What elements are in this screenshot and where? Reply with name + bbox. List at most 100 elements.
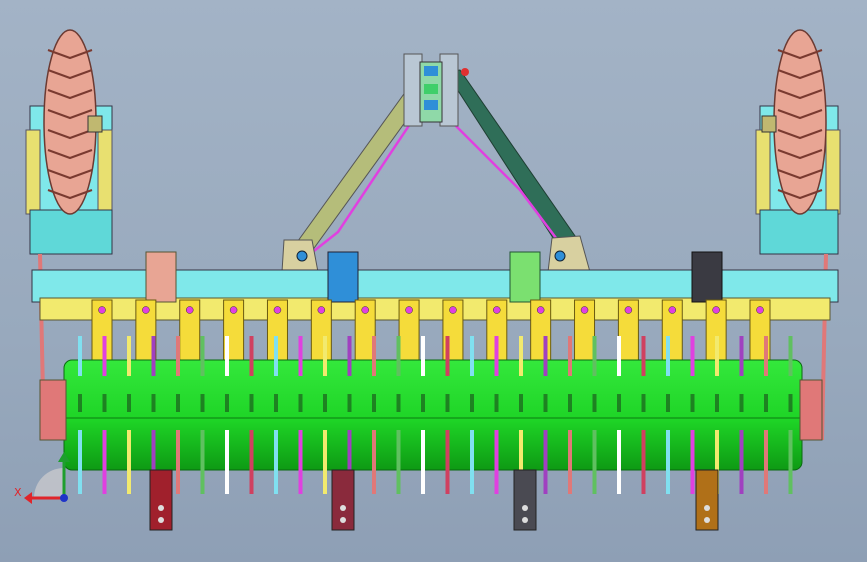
tine-bolt-13 xyxy=(624,306,633,314)
shank-bolt-3a xyxy=(522,505,528,511)
roller-bar-bottom-3 xyxy=(127,430,131,494)
roller-bar-bottom-14 xyxy=(396,430,401,494)
triad-z-axis xyxy=(60,494,68,502)
roller-bar-top-12 xyxy=(347,336,352,376)
roller-slot-8 xyxy=(249,394,254,412)
roller-slot-12 xyxy=(347,394,352,412)
roller-slot-27 xyxy=(715,394,719,412)
roller-bar-top-11 xyxy=(323,336,327,376)
roller-bar-top-8 xyxy=(249,336,254,376)
roller-bar-top-14 xyxy=(396,336,401,376)
roller-bar-top-22 xyxy=(592,336,597,376)
roller-bar-bottom-22 xyxy=(592,430,597,494)
shank-bolt-2b xyxy=(340,517,346,523)
top-link-bolt-2 xyxy=(424,84,438,94)
roller-bar-bottom-21 xyxy=(568,430,572,494)
roller-bar-bottom-8 xyxy=(249,430,254,494)
shank-bolt-4a xyxy=(704,505,710,511)
roller-slot-10 xyxy=(298,394,303,412)
roller-bar-top-3 xyxy=(127,336,131,376)
roller-slot-3 xyxy=(127,394,131,412)
roller-bar-bottom-18 xyxy=(494,430,499,494)
roller-bar-top-4 xyxy=(151,336,156,376)
roller-bar-bottom-9 xyxy=(274,430,278,494)
roller-slot-24 xyxy=(641,394,646,412)
roller-bar-top-26 xyxy=(690,336,695,376)
triad-x-arrow xyxy=(24,492,32,504)
roller-bar-top-29 xyxy=(764,336,768,376)
tine-bolt-14 xyxy=(668,306,677,314)
right-wheel-bracket-2 xyxy=(825,129,841,215)
roller-slot-11 xyxy=(323,394,327,412)
roller-bar-top-21 xyxy=(568,336,572,376)
right-wheel-hub xyxy=(761,115,777,133)
roller-slot-28 xyxy=(739,394,744,412)
roller-slot-20 xyxy=(543,394,548,412)
roller-bar-top-1 xyxy=(78,336,82,376)
roller-slot-15 xyxy=(421,394,425,412)
roller-bar-bottom-26 xyxy=(690,430,695,494)
top-link-bolt-3 xyxy=(424,100,438,110)
roller-slot-23 xyxy=(617,394,621,412)
roller-bar-bottom-28 xyxy=(739,430,744,494)
triad-x-label: X xyxy=(14,486,22,499)
roller-slot-19 xyxy=(519,394,523,412)
roller-slot-21 xyxy=(568,394,572,412)
shank-bracket-3 xyxy=(509,251,541,303)
roller-slot-16 xyxy=(445,394,450,412)
roller-bar-bottom-29 xyxy=(764,430,768,494)
left-wheel-post xyxy=(29,209,113,255)
roller-bar-bottom-25 xyxy=(666,430,670,494)
roller-bar-top-19 xyxy=(519,336,523,376)
shank-bolt-3b xyxy=(522,517,528,523)
roller-bar-top-18 xyxy=(494,336,499,376)
right-wheel-bracket xyxy=(755,129,771,215)
roller-bar-bottom-2 xyxy=(102,430,107,494)
roller-slot-13 xyxy=(372,394,376,412)
left-wheel-bracket xyxy=(25,129,41,215)
tine-bolt-7 xyxy=(361,306,369,314)
tine-bolt-1 xyxy=(98,306,106,314)
roller-bar-bottom-30 xyxy=(788,430,793,494)
roller-slot-30 xyxy=(788,394,793,412)
tine-bolt-3 xyxy=(185,306,194,314)
shank-bolt-2a xyxy=(340,505,346,511)
tine-bolt-12 xyxy=(580,306,589,314)
shank-bracket-1 xyxy=(145,251,177,303)
shank-bolt-1b xyxy=(158,517,164,523)
roller-bar-top-16 xyxy=(445,336,450,376)
tine-bolt-2 xyxy=(142,306,150,314)
roller-slot-26 xyxy=(690,394,695,412)
roller-bar-top-9 xyxy=(274,336,278,376)
roller-bar-bottom-7 xyxy=(225,430,229,494)
roller-bar-top-20 xyxy=(543,336,548,376)
roller-slot-22 xyxy=(592,394,597,412)
roller-slot-5 xyxy=(176,394,180,412)
roller-bar-bottom-11 xyxy=(323,430,327,494)
roller-bar-top-30 xyxy=(788,336,793,376)
roller-bar-top-17 xyxy=(470,336,474,376)
roller-slot-17 xyxy=(470,394,474,412)
roller-bar-top-5 xyxy=(176,336,180,376)
shank-bolt-4b xyxy=(704,517,710,523)
cultivator-3d-model: X xyxy=(14,29,841,531)
roller-bar-top-13 xyxy=(372,336,376,376)
tine-bolt-6 xyxy=(317,306,326,314)
cad-viewport[interactable]: X xyxy=(0,0,867,562)
top-link-plate-right xyxy=(439,53,459,127)
tine-bolt-5 xyxy=(273,306,282,314)
roller-bar-bottom-16 xyxy=(445,430,450,494)
roller-end-right xyxy=(799,379,823,441)
roller-slot-4 xyxy=(151,394,156,412)
roller-bar-top-23 xyxy=(617,336,621,376)
roller-bar-bottom-13 xyxy=(372,430,376,494)
shank-bracket-2 xyxy=(327,251,359,303)
roller-slot-9 xyxy=(274,394,278,412)
left-bracket-bolt xyxy=(296,250,308,262)
roller-slot-25 xyxy=(666,394,670,412)
roller-bar-bottom-5 xyxy=(176,430,180,494)
tine-bolt-15 xyxy=(712,306,720,314)
roller-bar-top-15 xyxy=(421,336,425,376)
top-link-pin xyxy=(461,68,469,76)
axis-triad: X xyxy=(14,452,70,504)
